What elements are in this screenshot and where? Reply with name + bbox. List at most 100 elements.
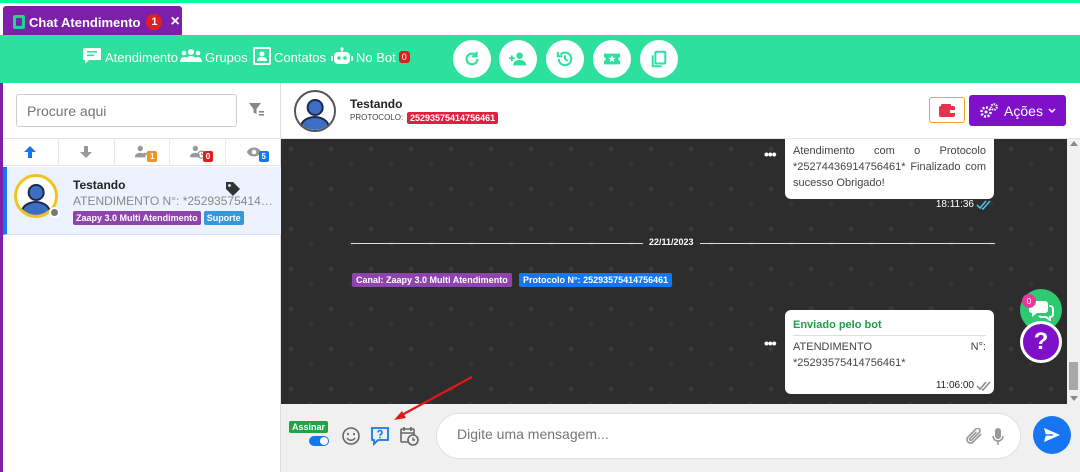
message-menu-icon[interactable]: •••	[764, 335, 777, 351]
filter-tab-watching[interactable]: 5	[226, 139, 281, 165]
message-bubble: Enviado pelo bot ATENDIMENTO N°: *252935…	[785, 310, 994, 394]
schedule-icon[interactable]	[399, 426, 419, 446]
message-input[interactable]	[457, 426, 937, 442]
date-separator: 22/11/2023	[643, 237, 700, 247]
contact-avatar[interactable]	[294, 90, 336, 132]
filter-tab-waiting[interactable]: 0	[170, 139, 227, 165]
tab-count-badge: 1	[146, 14, 163, 30]
assinar-toggle[interactable]	[309, 436, 329, 446]
status-indicator	[49, 207, 60, 218]
scroll-down-arrow[interactable]	[1070, 396, 1078, 401]
quick-reply-icon[interactable]	[370, 426, 390, 446]
arrow-down-icon	[80, 146, 93, 158]
message-menu-icon[interactable]: •••	[764, 146, 777, 162]
chat-icon	[82, 47, 102, 68]
filter-tab-mine[interactable]: 1	[115, 139, 171, 165]
filter-badge: 1	[146, 151, 158, 162]
attachment-icon[interactable]	[964, 428, 984, 446]
filter-icon[interactable]	[248, 101, 264, 117]
message-bubble: Atendimento com o Protocolo *25274436914…	[785, 139, 994, 210]
actions-button[interactable]: Ações	[969, 95, 1066, 126]
history-button[interactable]	[546, 40, 584, 78]
close-icon[interactable]: ×	[170, 13, 179, 31]
protocol-badge: 25293575414756461	[407, 112, 499, 124]
chat-header: Testando PROTOCOLO: 25293575414756461 Aç…	[281, 83, 1080, 139]
message-composer: Assinar	[281, 404, 1080, 472]
message-timestamp: 18:11:36	[935, 199, 974, 210]
refresh-icon	[465, 51, 479, 66]
double-check-icon	[976, 200, 991, 210]
emoji-icon[interactable]	[341, 426, 361, 446]
tag-badge: Suporte	[203, 211, 244, 225]
filter-badge: 5	[258, 151, 269, 162]
send-button[interactable]	[1033, 416, 1071, 454]
ticket-contact-name: Testando	[73, 178, 126, 192]
ticket-button[interactable]	[593, 40, 631, 78]
nav-label: Atendimento	[105, 49, 178, 65]
nav-label: Grupos	[205, 49, 248, 65]
bot-message-title: Enviado pelo bot	[793, 317, 986, 336]
tab-strip: Chat Atendimento 1 ×	[0, 0, 1080, 38]
tag-badge: Zaapy 3.0 Multi Atendimento	[73, 211, 201, 225]
tab-title: Chat Atendimento	[29, 14, 141, 30]
chevron-down-icon	[1048, 107, 1056, 113]
add-user-button[interactable]	[499, 40, 537, 78]
ticket-item[interactable]: Testando ATENDIMENTO N°: *25293575414756…	[3, 167, 281, 235]
ticket-icon	[603, 53, 621, 65]
message-time: 11:06:00	[936, 378, 992, 394]
phone-icon	[13, 15, 25, 29]
message-line: ATENDIMENTO N°:	[793, 339, 986, 355]
messages-area[interactable]: ••• Atendimento com o Protocolo *2527443…	[281, 139, 1067, 404]
protocol-label: PROTOCOLO:	[350, 113, 404, 122]
top-nav: Atendimento Grupos Contatos No Bot 0	[0, 35, 1080, 83]
contact-icon	[253, 46, 271, 68]
refresh-button[interactable]	[453, 40, 491, 78]
nav-label: Contatos	[274, 49, 327, 65]
help-button[interactable]: ?	[1020, 321, 1062, 363]
search-input[interactable]	[17, 95, 236, 126]
protocolo-badge: Protocolo N°: 25293575414756461	[519, 273, 673, 287]
nav-no-bot[interactable]: No Bot 0	[331, 45, 410, 69]
no-bot-badge: 0	[398, 51, 410, 63]
nav-grupos[interactable]: Grupos	[180, 45, 248, 69]
add-user-icon	[509, 52, 527, 66]
message-text: N°:	[970, 341, 986, 353]
message-timestamp: 11:06:00	[935, 380, 974, 391]
users-icon	[180, 48, 202, 67]
message-text: ATENDIMENTO	[793, 341, 873, 353]
history-icon	[556, 51, 573, 67]
filter-tab-sort-up[interactable]	[3, 139, 59, 165]
canal-badge: Canal: Zaapy 3.0 Multi Atendimento	[352, 273, 512, 287]
tickets-sidebar: 1 0 5 Testando ATENDIMENTO N°: *25293575…	[0, 83, 281, 472]
whatsapp-badge: 0	[1022, 294, 1036, 308]
double-check-icon	[976, 381, 991, 391]
microphone-icon[interactable]	[992, 427, 1004, 447]
send-icon	[1044, 428, 1060, 442]
scroll-thumb[interactable]	[1069, 362, 1078, 390]
wallet-icon	[939, 103, 955, 117]
wallet-button[interactable]	[929, 97, 965, 123]
contact-name: Testando	[350, 97, 403, 111]
filter-tabs: 1 0 5	[3, 138, 281, 166]
nav-contatos[interactable]: Contatos	[253, 45, 326, 69]
message-text: *25293575414756461*	[793, 357, 906, 369]
tab-chat-atendimento[interactable]: Chat Atendimento 1 ×	[3, 6, 182, 38]
assinar-label: Assinar	[289, 421, 329, 433]
message-input-wrap	[436, 413, 1021, 459]
actions-label: Ações	[1004, 102, 1043, 119]
ticket-last-message: ATENDIMENTO N°: *25293575414756461*	[73, 194, 279, 208]
nav-label: No Bot	[356, 49, 396, 65]
message-text: Atendimento com o Protocolo *25274436914…	[793, 145, 986, 189]
tag-icon[interactable]	[225, 181, 241, 197]
robot-icon	[331, 46, 353, 68]
arrow-up-icon	[24, 146, 37, 158]
filter-badge: 0	[202, 151, 214, 162]
filter-tab-sort-down[interactable]	[59, 139, 115, 165]
nav-atendimento[interactable]: Atendimento	[82, 45, 178, 69]
copy-icon	[651, 50, 667, 68]
ticket-tags: Zaapy 3.0 Multi Atendimento Suporte	[73, 211, 244, 225]
scroll-up-arrow[interactable]	[1070, 141, 1078, 146]
copy-button[interactable]	[640, 40, 678, 78]
message-time: 18:11:36	[936, 197, 992, 213]
search-box	[16, 94, 237, 127]
